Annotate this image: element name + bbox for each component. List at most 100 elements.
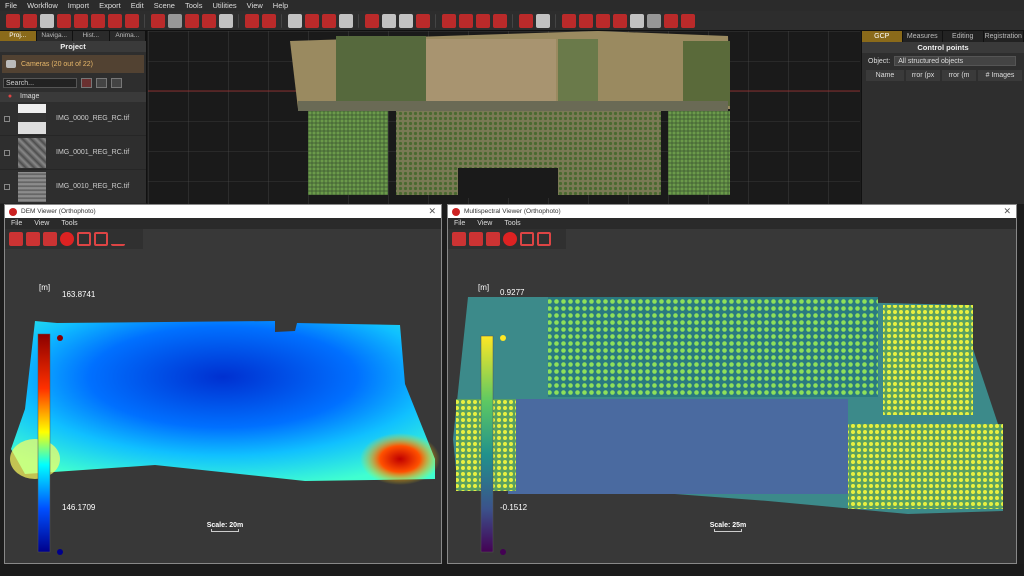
col-name[interactable]: Name: [866, 70, 904, 81]
menu-workflow[interactable]: Workflow: [22, 0, 63, 11]
toolbar-tool-icon[interactable]: [476, 13, 490, 28]
menu-bar: File Workflow Import Export Edit Scene T…: [0, 0, 1024, 11]
tab-registration[interactable]: Registration: [984, 31, 1024, 42]
toolbar-tool-icon[interactable]: [57, 13, 71, 28]
col-error-m[interactable]: rror (m: [942, 70, 976, 81]
toolbar-tool-icon[interactable]: [613, 13, 627, 28]
toolbar-tool-icon[interactable]: [681, 13, 695, 28]
tab-gcp[interactable]: GCP: [862, 31, 903, 42]
ms-map[interactable]: [448, 249, 1016, 563]
list-item[interactable]: IMG_0010_REG_RC.tif: [0, 170, 146, 204]
filter-button[interactable]: [81, 78, 92, 88]
menu-help[interactable]: Help: [268, 0, 293, 11]
settings-button[interactable]: [111, 78, 122, 88]
cancel-icon[interactable]: [503, 232, 517, 246]
scene-view[interactable]: [148, 31, 860, 204]
menu-scene[interactable]: Scene: [149, 0, 180, 11]
open-icon[interactable]: [9, 232, 23, 246]
tab-navigator[interactable]: Naviga...: [36, 31, 73, 41]
toolbar-tool-icon[interactable]: [579, 13, 593, 28]
toolbar-tool-icon[interactable]: [459, 13, 473, 28]
toolbar-tool-icon[interactable]: [288, 13, 302, 28]
toolbar-tool-icon[interactable]: [416, 13, 430, 28]
toolbar-tool-icon[interactable]: [74, 13, 88, 28]
row-checkbox[interactable]: [4, 183, 10, 190]
toolbar-tool-icon[interactable]: [647, 13, 661, 28]
list-item[interactable]: IMG_0001_REG_RC.tif: [0, 136, 146, 170]
open-icon[interactable]: [452, 232, 466, 246]
tab-animation[interactable]: Anima...: [109, 31, 146, 41]
area-icon[interactable]: [537, 232, 551, 246]
ms-canvas[interactable]: [m] 0.9277 -0.1512 Scale: 25m: [448, 249, 1016, 563]
toolbar-tool-icon[interactable]: [493, 13, 507, 28]
folder-button[interactable]: [96, 78, 107, 88]
tab-project[interactable]: Proj...: [0, 31, 37, 41]
toolbar-tool-icon[interactable]: [6, 13, 20, 28]
dem-menu-file[interactable]: File: [5, 218, 28, 229]
image-name: IMG_0000_REG_RC.tif: [56, 115, 130, 122]
toolbar-tool-icon[interactable]: [168, 13, 182, 28]
toolbar-tool-icon[interactable]: [562, 13, 576, 28]
toolbar-tool-icon[interactable]: [202, 13, 216, 28]
toolbar-tool-icon[interactable]: [664, 13, 678, 28]
toolbar-tool-icon[interactable]: [108, 13, 122, 28]
toolbar-tool-icon[interactable]: [305, 13, 319, 28]
toolbar-tool-icon[interactable]: [185, 13, 199, 28]
menu-view[interactable]: View: [242, 0, 268, 11]
cameras-group[interactable]: Cameras (20 out of 22): [2, 55, 144, 73]
toolbar-tool-icon[interactable]: [40, 13, 54, 28]
profile-icon[interactable]: [111, 232, 125, 246]
toolbar-tool-icon[interactable]: [322, 13, 336, 28]
dem-menu-view[interactable]: View: [28, 218, 55, 229]
toolbar-tool-icon[interactable]: [23, 13, 37, 28]
list-item[interactable]: IMG_0000_REG_RC.tif: [0, 102, 146, 136]
menu-utilities[interactable]: Utilities: [207, 0, 241, 11]
download-icon[interactable]: [26, 232, 40, 246]
toolbar-tool-icon[interactable]: [91, 13, 105, 28]
col-error-px[interactable]: rror (px: [906, 70, 940, 81]
toolbar-tool-icon[interactable]: [399, 13, 413, 28]
3d-viewport[interactable]: [148, 31, 860, 204]
toolbar-tool-icon[interactable]: [536, 13, 550, 28]
toolbar-tool-icon[interactable]: [262, 13, 276, 28]
toolbar-tool-icon[interactable]: [630, 13, 644, 28]
toolbar-tool-icon[interactable]: [339, 13, 353, 28]
upload-icon[interactable]: [43, 232, 57, 246]
dem-menu-tools[interactable]: Tools: [55, 218, 83, 229]
toolbar-tool-icon[interactable]: [245, 13, 259, 28]
ms-menu-file[interactable]: File: [448, 218, 471, 229]
ruler-icon[interactable]: [520, 232, 534, 246]
menu-import[interactable]: Import: [63, 0, 94, 11]
toolbar-tool-icon[interactable]: [519, 13, 533, 28]
row-checkbox[interactable]: [4, 149, 10, 156]
toolbar-tool-icon[interactable]: [219, 13, 233, 28]
toolbar-tool-icon[interactable]: [442, 13, 456, 28]
toolbar-tool-icon[interactable]: [151, 13, 165, 28]
toolbar-tool-icon[interactable]: [125, 13, 139, 28]
menu-file[interactable]: File: [0, 0, 22, 11]
col-images[interactable]: # Images: [978, 70, 1022, 81]
menu-export[interactable]: Export: [94, 0, 126, 11]
toolbar-tool-icon[interactable]: [365, 13, 379, 28]
tab-history[interactable]: Hist...: [73, 31, 110, 41]
menu-edit[interactable]: Edit: [126, 0, 149, 11]
close-icon[interactable]: ✕: [1003, 205, 1011, 218]
search-input[interactable]: Search...: [3, 78, 77, 88]
cancel-icon[interactable]: [60, 232, 74, 246]
tab-editing[interactable]: Editing: [943, 31, 984, 42]
dem-canvas[interactable]: [m] 163.8741 146.1709 Scale: 20m: [5, 249, 441, 563]
area-icon[interactable]: [94, 232, 108, 246]
close-icon[interactable]: ✕: [428, 205, 436, 218]
ruler-icon[interactable]: [77, 232, 91, 246]
upload-icon[interactable]: [486, 232, 500, 246]
toolbar-tool-icon[interactable]: [596, 13, 610, 28]
row-checkbox[interactable]: [4, 115, 10, 122]
menu-tools[interactable]: Tools: [180, 0, 208, 11]
toolbar-tool-icon[interactable]: [382, 13, 396, 28]
object-select[interactable]: All structured objects: [894, 56, 1017, 66]
download-icon[interactable]: [469, 232, 483, 246]
ms-menu-tools[interactable]: Tools: [498, 218, 526, 229]
tab-measures[interactable]: Measures: [903, 31, 943, 42]
eye-icon[interactable]: ●: [0, 92, 20, 102]
ms-menu-view[interactable]: View: [471, 218, 498, 229]
